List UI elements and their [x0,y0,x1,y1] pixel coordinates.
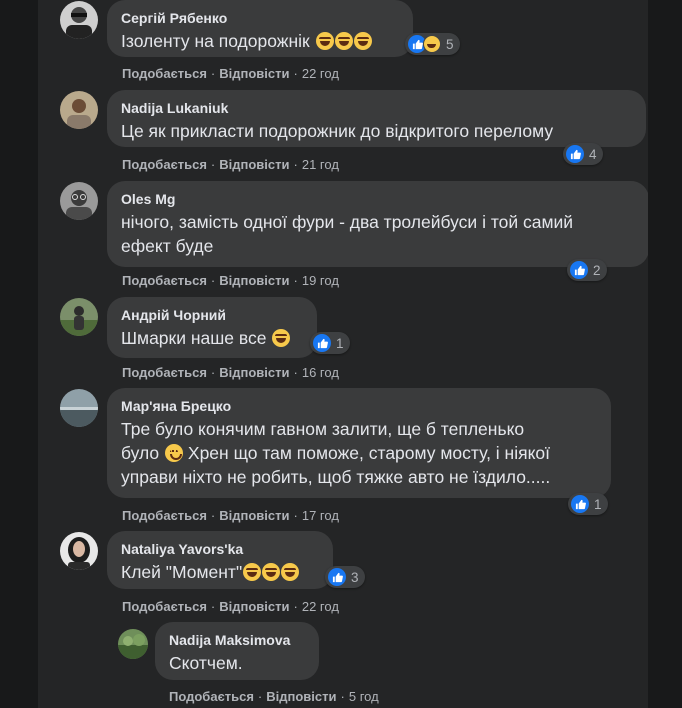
comment-actions: Подобається · Відповісти · 19 год [122,273,339,289]
comment-time[interactable]: 16 год [302,365,339,380]
comment-text: Ізоленту на подорожнік [121,29,401,53]
avatar[interactable] [60,91,98,129]
comment-time[interactable]: 22 год [302,66,339,81]
reaction-count: 2 [593,262,601,278]
like-button[interactable]: Подобається [122,508,207,523]
comment-text: Тре було конячим гавном залити, ще б теп… [121,419,551,487]
comment-time[interactable]: 5 год [349,689,379,704]
comment-bubble: Oles Mg нічого, замість одної фури - два… [107,181,648,267]
comment-bubble: Сергій Рябенко Ізоленту на подорожнік [107,0,413,57]
comment-actions: Подобається · Відповісти · 16 год [122,365,339,381]
avatar[interactable] [60,389,98,427]
separator: · [340,689,345,704]
comments-panel: Сергій Рябенко Ізоленту на подорожнік 5 … [38,0,648,708]
comment-time[interactable]: 22 год [302,599,339,614]
comment-actions: Подобається · Відповісти · 17 год [122,508,339,524]
separator: · [210,365,216,380]
separator: · [293,157,298,172]
comment-text: Скотчем. [169,653,243,673]
reply-button[interactable]: Відповісти [219,157,289,172]
grinning-emoji-icon [243,563,262,581]
separator: · [210,66,216,81]
separator: · [293,66,298,81]
comment-author[interactable]: Oles Mg [121,190,637,208]
separator: · [293,508,298,523]
separator: · [293,599,298,614]
comment-bubble: Андрій Чорний Шмарки наше все [107,297,317,358]
reactions-summary[interactable]: 1 [568,493,608,515]
like-button[interactable]: Подобається [122,599,207,614]
comment-author[interactable]: Nataliya Yavors'ka [121,540,321,558]
comment-time[interactable]: 19 год [302,273,339,288]
comment-author[interactable]: Nadija Maksimova [169,631,307,649]
avatar[interactable] [60,182,98,220]
avatar[interactable] [118,629,148,659]
rolling-laughing-emoji-icon [334,32,353,50]
like-reaction-icon [570,261,588,279]
comment-actions: Подобається · Відповісти · 22 год [122,599,339,615]
like-button[interactable]: Подобається [122,273,207,288]
reactions-summary[interactable]: 2 [567,259,607,281]
separator: · [210,273,216,288]
comment-bubble: Nataliya Yavors'ka Клей "Момент" [107,531,333,589]
comment-author[interactable]: Nadija Lukaniuk [121,99,634,117]
reaction-count: 3 [351,569,359,585]
reaction-count: 1 [594,496,602,512]
comment-text: Шмарки наше все [121,326,305,350]
like-button[interactable]: Подобається [122,365,207,380]
reply-button[interactable]: Відповісти [219,66,289,81]
reactions-summary[interactable]: 4 [563,143,603,165]
separator: · [293,273,298,288]
reactions-summary[interactable]: 5 [405,33,460,55]
grinning-emoji-icon [262,563,281,581]
comment-text: нічого, замість одної фури - два тролейб… [121,212,574,256]
comment-actions: Подобається · Відповісти · 21 год [122,157,339,173]
comment-text: Це як прикласти подорожник до відкритого… [121,121,554,141]
like-button[interactable]: Подобається [169,689,254,704]
like-reaction-icon [566,145,584,163]
reaction-count: 1 [336,335,344,351]
rolling-laughing-emoji-icon [353,32,372,50]
reply-button[interactable]: Відповісти [219,508,289,523]
avatar[interactable] [60,532,98,570]
like-button[interactable]: Подобається [122,157,207,172]
comment-author[interactable]: Мар'яна Брецко [121,397,599,415]
reactions-summary[interactable]: 1 [310,332,350,354]
comment-text: Клей "Момент" [121,560,321,584]
avatar[interactable] [60,1,98,39]
reply-button[interactable]: Відповісти [219,365,289,380]
separator: · [293,365,298,380]
like-reaction-icon [571,495,589,513]
comment-author[interactable]: Сергій Рябенко [121,9,401,27]
reaction-count: 4 [589,146,597,162]
reply-button[interactable]: Відповісти [219,599,289,614]
comment-author[interactable]: Андрій Чорний [121,306,305,324]
grinning-emoji-icon [272,329,291,347]
haha-reaction-icon [423,35,441,53]
comment-time[interactable]: 21 год [302,157,339,172]
smiling-emoji-icon [165,444,184,462]
separator: · [210,157,216,172]
separator: · [257,689,263,704]
comment-bubble: Nadija Maksimova Скотчем. [155,622,319,680]
reply-button[interactable]: Відповісти [219,273,289,288]
comment-time[interactable]: 17 год [302,508,339,523]
comment-actions: Подобається · Відповісти · 22 год [122,66,339,82]
like-button[interactable]: Подобається [122,66,207,81]
comment-bubble: Мар'яна Брецко Тре було конячим гавном з… [107,388,611,498]
reaction-count: 5 [446,36,454,52]
separator: · [210,599,216,614]
separator: · [210,508,216,523]
comment-bubble: Nadija Lukaniuk Це як прикласти подорожн… [107,90,646,147]
like-reaction-icon [328,568,346,586]
grinning-emoji-icon [281,563,300,581]
reply-button[interactable]: Відповісти [266,689,336,704]
rolling-laughing-emoji-icon [315,32,334,50]
reactions-summary[interactable]: 3 [325,566,365,588]
comment-actions: Подобається · Відповісти · 5 год [169,689,379,705]
avatar[interactable] [60,298,98,336]
like-reaction-icon [313,334,331,352]
